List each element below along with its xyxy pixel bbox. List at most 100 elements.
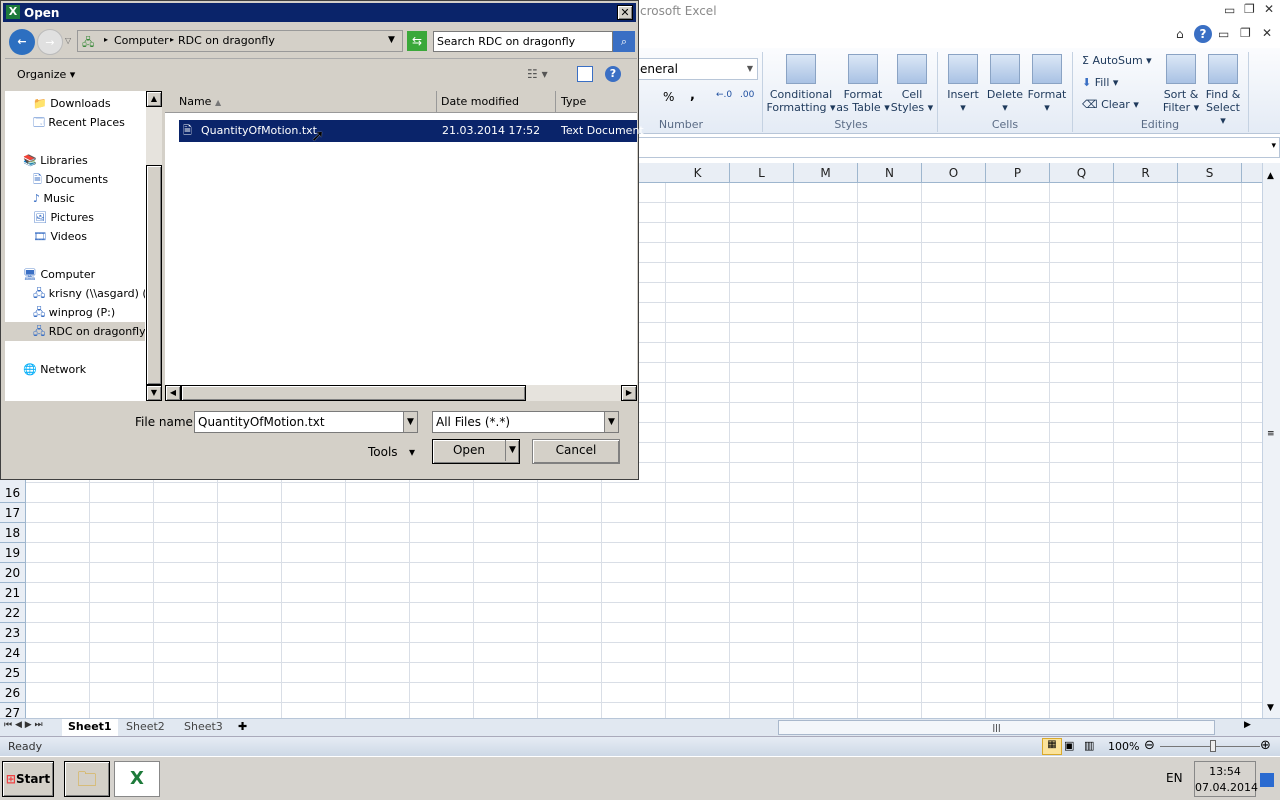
nav-scrollbar[interactable]: ▲ ▼ bbox=[146, 91, 162, 401]
column-header-M[interactable]: M bbox=[794, 163, 858, 183]
nav-item[interactable]: 🖼 Pictures bbox=[5, 208, 145, 227]
column-header-L[interactable]: L bbox=[730, 163, 794, 183]
preview-pane-icon[interactable] bbox=[577, 66, 593, 82]
formula-bar[interactable]: ▾ bbox=[636, 137, 1280, 158]
back-button[interactable]: ← bbox=[9, 29, 35, 55]
breadcrumb-rdc[interactable]: RDC on dragonfly bbox=[178, 34, 275, 47]
insert-button[interactable]: Insert ▾ bbox=[942, 54, 984, 114]
column-type[interactable]: Type bbox=[557, 91, 637, 113]
row-header-16[interactable]: 16 bbox=[0, 483, 25, 503]
workbook-minimize-button[interactable]: ▭ bbox=[1218, 27, 1229, 41]
cancel-button[interactable]: Cancel bbox=[532, 439, 620, 464]
workbook-restore-button[interactable]: ❐ bbox=[1240, 26, 1251, 40]
nav-item[interactable]: 📚 Libraries bbox=[5, 151, 145, 170]
tools-menu[interactable]: Tools ▾ bbox=[368, 445, 415, 459]
workbook-close-button[interactable]: ✕ bbox=[1262, 26, 1272, 40]
forward-button[interactable]: → bbox=[37, 29, 63, 55]
percent-button[interactable]: % bbox=[663, 90, 674, 104]
row-header-25[interactable]: 25 bbox=[0, 663, 25, 683]
nav-item[interactable]: 🌐 Network bbox=[5, 360, 145, 379]
scroll-right-button[interactable]: ▶ bbox=[1244, 720, 1251, 730]
taskbar-explorer[interactable]: 🗀 bbox=[64, 761, 110, 797]
taskbar-excel[interactable]: X bbox=[114, 761, 160, 797]
file-row[interactable]: 🗎 QuantityOfMotion.txt 21.03.2014 17:52 … bbox=[179, 120, 644, 142]
page-break-view-button[interactable]: ▥ bbox=[1084, 739, 1094, 752]
close-button[interactable]: ✕ bbox=[1264, 2, 1274, 16]
nav-item[interactable]: 🗔 Recent Places bbox=[5, 113, 145, 132]
zoom-in-button[interactable]: ⊕ bbox=[1260, 738, 1271, 753]
address-dropdown[interactable]: ▼ bbox=[388, 35, 395, 45]
decrease-decimal-button[interactable]: .00 bbox=[740, 90, 754, 100]
nav-item[interactable]: 🖥 Computer bbox=[5, 265, 145, 284]
search-input[interactable]: Search RDC on dragonfly bbox=[433, 31, 613, 52]
column-header-Q[interactable]: Q bbox=[1050, 163, 1114, 183]
find-select-button[interactable]: Find & Select ▾ bbox=[1202, 54, 1244, 127]
column-header-P[interactable]: P bbox=[986, 163, 1050, 183]
file-list-hscrollbar[interactable]: ◀ ▶ bbox=[165, 385, 637, 401]
column-header-N[interactable]: N bbox=[858, 163, 922, 183]
refresh-button[interactable]: ⇆ bbox=[407, 31, 427, 51]
nav-item[interactable]: ♪ Music bbox=[5, 189, 145, 208]
normal-view-button[interactable]: ▦ bbox=[1042, 738, 1062, 755]
nav-item[interactable]: 🖧 winprog (P:) bbox=[5, 303, 145, 322]
search-icon[interactable]: ⌕ bbox=[613, 31, 635, 52]
column-header-O[interactable]: O bbox=[922, 163, 986, 183]
column-header-R[interactable]: R bbox=[1114, 163, 1178, 183]
nav-item[interactable]: 🎞 Videos bbox=[5, 227, 145, 246]
zoom-out-button[interactable]: ⊖ bbox=[1144, 738, 1155, 753]
cell-styles-button[interactable]: Cell Styles ▾ bbox=[890, 54, 934, 114]
row-header-18[interactable]: 18 bbox=[0, 523, 25, 543]
start-button[interactable]: ⊞Start bbox=[2, 761, 54, 797]
zoom-level[interactable]: 100% bbox=[1108, 740, 1139, 753]
restore-button[interactable]: ❐ bbox=[1244, 2, 1255, 16]
dialog-close-button[interactable]: ✕ bbox=[617, 5, 633, 20]
format-as-table-button[interactable]: Format as Table ▾ bbox=[836, 54, 890, 114]
clock[interactable]: 13:54 07.04.2014 bbox=[1194, 761, 1258, 797]
sheet-nav-buttons[interactable]: ⏮ ◀ ▶ ⏭ bbox=[4, 720, 43, 730]
sheet-tab-sheet2[interactable]: Sheet2 bbox=[120, 719, 171, 736]
help-icon[interactable]: ? bbox=[605, 66, 621, 82]
insert-sheet-icon[interactable]: ✚ bbox=[238, 720, 247, 733]
view-options-icon[interactable]: ☷ ▾ bbox=[527, 67, 548, 81]
ribbon-collapse-icon[interactable]: ⌂ bbox=[1176, 27, 1184, 41]
conditional-formatting-button[interactable]: Conditional Formatting ▾ bbox=[766, 54, 836, 114]
nav-item[interactable]: 🖧 RDC on dragonfly bbox=[5, 322, 145, 341]
row-header-23[interactable]: 23 bbox=[0, 623, 25, 643]
row-header-22[interactable]: 22 bbox=[0, 603, 25, 623]
clear-button[interactable]: ⌫ Clear ▾ bbox=[1082, 98, 1139, 111]
page-layout-view-button[interactable]: ▣ bbox=[1064, 739, 1074, 752]
number-format-select[interactable]: eneral ▼ bbox=[636, 58, 758, 80]
row-header-19[interactable]: 19 bbox=[0, 543, 25, 563]
column-header-S[interactable]: S bbox=[1178, 163, 1242, 183]
language-indicator[interactable]: EN bbox=[1166, 771, 1183, 785]
network-tray-icon[interactable] bbox=[1260, 773, 1274, 787]
zoom-slider-thumb[interactable] bbox=[1210, 740, 1216, 752]
column-date-modified[interactable]: Date modified bbox=[437, 91, 556, 113]
open-dropdown-arrow[interactable]: ▼ bbox=[505, 440, 519, 461]
open-button[interactable]: Open ▼ bbox=[432, 439, 520, 464]
increase-decimal-button[interactable]: ←.0 bbox=[716, 90, 732, 100]
sheet-tab-sheet3[interactable]: Sheet3 bbox=[178, 719, 229, 736]
row-header-17[interactable]: 17 bbox=[0, 503, 25, 523]
recent-pages-dropdown[interactable]: ▽ bbox=[65, 36, 71, 45]
column-name[interactable]: Name ▲ bbox=[165, 91, 437, 113]
horizontal-scrollbar[interactable]: ||| bbox=[778, 720, 1215, 735]
nav-item[interactable]: 📁 Downloads bbox=[5, 94, 145, 113]
comma-button[interactable]: , bbox=[690, 88, 695, 103]
vertical-scrollbar[interactable]: ▲ ≡ ▼ bbox=[1262, 163, 1280, 718]
autosum-button[interactable]: Σ AutoSum ▾ bbox=[1082, 54, 1152, 67]
address-bar[interactable]: 🖧 ▸ Computer ▸ RDC on dragonfly ▼ bbox=[77, 30, 403, 52]
sort-filter-button[interactable]: Sort & Filter ▾ bbox=[1160, 54, 1202, 114]
column-header-K[interactable]: K bbox=[666, 163, 730, 183]
row-header-26[interactable]: 26 bbox=[0, 683, 25, 703]
row-header-24[interactable]: 24 bbox=[0, 643, 25, 663]
row-header-21[interactable]: 21 bbox=[0, 583, 25, 603]
nav-item[interactable]: 🖧 krisny (\\asgard) (M bbox=[5, 284, 145, 303]
organize-button[interactable]: Organize ▾ bbox=[17, 68, 75, 81]
breadcrumb-computer[interactable]: Computer bbox=[114, 34, 169, 47]
format-button[interactable]: Format ▾ bbox=[1026, 54, 1068, 114]
help-icon[interactable]: ? bbox=[1194, 25, 1212, 43]
delete-button[interactable]: Delete ▾ bbox=[984, 54, 1026, 114]
file-type-select[interactable]: All Files (*.*) ▼ bbox=[432, 411, 619, 433]
fill-button[interactable]: ⬇ Fill ▾ bbox=[1082, 76, 1118, 89]
